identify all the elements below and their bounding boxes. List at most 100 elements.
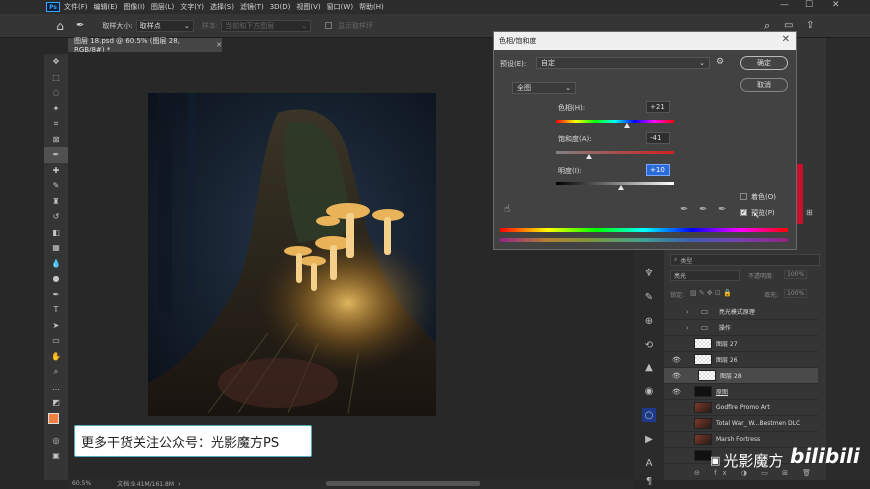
- brush-tool-icon[interactable]: ✎: [44, 178, 68, 194]
- lightness-value-field[interactable]: +10: [646, 164, 670, 176]
- zoom-tool-icon[interactable]: ⌕: [44, 364, 68, 380]
- layer-filter-bar[interactable]: ⌕ 类型: [670, 254, 820, 266]
- gradient-tool-icon[interactable]: ▦: [44, 240, 68, 256]
- share-icon[interactable]: ⇪: [806, 20, 814, 31]
- eye-icon[interactable]: 👁: [672, 372, 684, 380]
- sample-size-select[interactable]: 取样点 ⌄: [135, 19, 194, 32]
- layer-row[interactable]: › ▭ 操作: [664, 320, 818, 336]
- histogram-icon[interactable]: ▲: [642, 360, 656, 374]
- frame-tool-icon[interactable]: ⊠: [44, 132, 68, 148]
- preset-select[interactable]: 自定 ⌄: [536, 57, 710, 69]
- lock-icons[interactable]: ▨ ✎ ✥ ⊡ 🔒: [690, 289, 732, 297]
- color-swatches[interactable]: [44, 411, 68, 433]
- paragraph-icon[interactable]: ¶: [642, 474, 656, 488]
- pen-tool-icon[interactable]: ✒: [44, 287, 68, 303]
- gear-icon[interactable]: ⚙: [716, 57, 724, 67]
- lightness-slider-track[interactable]: [556, 182, 674, 185]
- menu-view[interactable]: 视图(V): [296, 2, 320, 12]
- type-tool-icon[interactable]: T: [44, 302, 68, 318]
- close-tab-icon[interactable]: ✕: [216, 41, 222, 49]
- layer-row[interactable]: Total War_ W...Bestmen DLC: [664, 416, 818, 432]
- saturation-slider-track[interactable]: [556, 151, 674, 154]
- opacity-field[interactable]: 100%: [784, 270, 808, 279]
- eye-icon[interactable]: 👁: [672, 388, 684, 396]
- preview-checkbox[interactable]: ✓: [740, 209, 747, 216]
- history-icon[interactable]: ⟲: [642, 338, 656, 352]
- add-icon[interactable]: ⊞: [806, 208, 813, 217]
- quick-mask-icon[interactable]: ◎: [44, 433, 68, 449]
- marquee-tool-icon[interactable]: ⬚: [44, 70, 68, 86]
- screen-mode-icon[interactable]: ▣: [44, 448, 68, 464]
- home-icon[interactable]: ⌂: [48, 14, 72, 38]
- more-tools-icon[interactable]: …: [44, 380, 68, 396]
- layer-row[interactable]: › ▭ 亮光模式原理: [664, 304, 818, 320]
- layer-row[interactable]: 👁 图层 26: [664, 352, 818, 368]
- canvas-image[interactable]: [148, 93, 436, 416]
- play-actions-icon[interactable]: ▶: [642, 432, 656, 446]
- chevron-right-icon[interactable]: ›: [686, 308, 689, 316]
- default-colors-icon[interactable]: ◩: [44, 395, 68, 411]
- clone-source-icon[interactable]: ⊕: [642, 314, 656, 328]
- brush-settings-icon[interactable]: ♆: [642, 266, 656, 280]
- hue-slider-thumb[interactable]: [624, 123, 630, 128]
- lasso-tool-icon[interactable]: ◌: [44, 85, 68, 101]
- close-icon[interactable]: ✕: [782, 34, 790, 45]
- chevron-right-icon[interactable]: ›: [178, 480, 181, 488]
- document-tab[interactable]: 图层 18.psd @ 60.5% (图层 28, RGB/8#) * ✕: [68, 37, 222, 54]
- fill-field[interactable]: 100%: [784, 289, 808, 298]
- eyedropper-plus-icon[interactable]: ✒: [699, 204, 707, 215]
- eyedropper-minus-icon[interactable]: ✒: [718, 204, 726, 215]
- magic-wand-tool-icon[interactable]: ✦: [44, 101, 68, 117]
- layer-row[interactable]: 图层 27: [664, 336, 818, 352]
- eraser-tool-icon[interactable]: ◧: [44, 225, 68, 241]
- clone-stamp-icon[interactable]: ♜: [44, 194, 68, 210]
- character-icon[interactable]: A: [642, 456, 656, 470]
- hue-value-field[interactable]: +21: [646, 101, 670, 113]
- menu-filter[interactable]: 滤镜(T): [240, 2, 264, 12]
- workspace-icon[interactable]: ▭: [784, 20, 793, 31]
- eyedropper-icon[interactable]: ✒: [44, 147, 68, 163]
- minimize-icon[interactable]: —: [780, 0, 789, 10]
- close-window-icon[interactable]: ✕: [832, 0, 840, 10]
- chevron-right-icon[interactable]: ›: [686, 324, 689, 332]
- rectangle-tool-icon[interactable]: ▭: [44, 333, 68, 349]
- layer-row[interactable]: Godfire Promo Art: [664, 400, 818, 416]
- maximize-icon[interactable]: ☐: [805, 0, 813, 10]
- dialog-titlebar[interactable]: 色相/饱和度 ✕: [494, 32, 796, 50]
- lightness-slider-thumb[interactable]: [618, 185, 624, 190]
- hue-slider-track[interactable]: [556, 120, 674, 123]
- menu-select[interactable]: 选择(S): [210, 2, 234, 12]
- crop-tool-icon[interactable]: ⌗: [44, 116, 68, 132]
- menu-3d[interactable]: 3D(D): [270, 3, 291, 11]
- menu-image[interactable]: 图像(I): [123, 2, 145, 12]
- saturation-slider-thumb[interactable]: [586, 154, 592, 159]
- healing-brush-icon[interactable]: ✚: [44, 163, 68, 179]
- dodge-tool-icon[interactable]: ●: [44, 271, 68, 287]
- saturation-value-field[interactable]: -41: [646, 132, 670, 144]
- info-icon[interactable]: ○: [642, 408, 656, 422]
- channel-select[interactable]: 全图 ⌄: [512, 82, 576, 94]
- move-tool-icon[interactable]: ✥: [44, 54, 68, 70]
- menu-type[interactable]: 文字(Y): [180, 2, 204, 12]
- ok-button[interactable]: 确定: [740, 56, 788, 70]
- show-ring-checkbox[interactable]: [325, 22, 333, 29]
- zoom-level[interactable]: 60.5%: [72, 480, 91, 487]
- blur-tool-icon[interactable]: 💧: [44, 256, 68, 272]
- eyedropper-icon[interactable]: ✒: [680, 204, 688, 215]
- layer-row[interactable]: 👁 原图: [664, 384, 818, 400]
- menu-edit[interactable]: 编辑(E): [94, 2, 118, 12]
- blend-mode-select[interactable]: 亮光: [670, 270, 740, 281]
- navigator-icon[interactable]: ◉: [642, 384, 656, 398]
- eyedropper-tool-icon[interactable]: ✒: [76, 20, 84, 31]
- horizontal-scrollbar[interactable]: [326, 481, 480, 486]
- menu-help[interactable]: 帮助(H): [359, 2, 384, 12]
- eye-icon[interactable]: 👁: [672, 356, 684, 364]
- sample-select[interactable]: 当前和下方图层 ⌄: [221, 19, 312, 32]
- cancel-button[interactable]: 取消: [740, 78, 788, 92]
- history-brush-icon[interactable]: ↺: [44, 209, 68, 225]
- foreground-color[interactable]: [48, 412, 59, 424]
- menu-layer[interactable]: 图层(L): [151, 2, 174, 12]
- colorize-checkbox[interactable]: [740, 193, 747, 200]
- targeted-adjustment-hand-icon[interactable]: ☝: [504, 204, 510, 215]
- menu-file[interactable]: 文件(F): [64, 2, 88, 12]
